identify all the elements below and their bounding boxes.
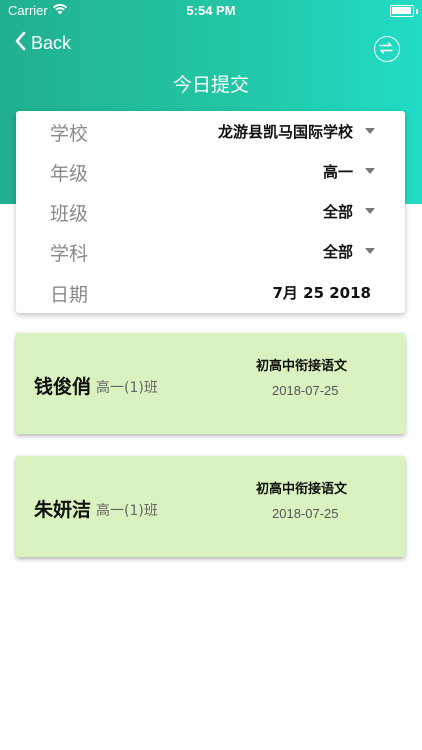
back-label: Back [31,33,72,53]
switch-icon[interactable] [374,36,400,62]
student-class: 高一(1)班 [96,503,158,519]
back-button[interactable]: Back [14,31,72,54]
filter-card: 学校 龙游县凯马国际学校 年级 高一 班级 全部 学科 全部 日期 7月 25 … [16,111,405,313]
filter-subject[interactable]: 学科 全部 [16,232,405,272]
record-date: 2018-07-25 [272,383,339,398]
filter-label: 学科 [50,243,89,265]
filter-date[interactable]: 日期 7月 25 2018 [16,273,405,313]
caret-down-icon [365,208,375,214]
filter-value: 全部 [322,243,353,261]
filter-value: 高一 [322,163,353,181]
battery-tip [416,9,418,14]
filter-label: 班级 [50,203,89,225]
filter-label: 日期 [50,284,89,306]
date-value: 7月 25 2018 [272,284,371,302]
filter-value: 龙游县凯马国际学校 [217,123,353,141]
caret-down-icon [365,128,375,134]
filter-label: 年级 [50,163,89,185]
record-subject: 初高中衔接语文 [256,359,348,374]
student-class: 高一(1)班 [96,380,158,396]
filter-label: 学校 [50,123,89,145]
student-name: 朱妍洁 [34,499,92,521]
record-card[interactable]: 钱俊俏 高一(1)班 初高中衔接语文 2018-07-25 [16,333,405,434]
record-card[interactable]: 朱妍洁 高一(1)班 初高中衔接语文 2018-07-25 [16,456,405,557]
clock: 5:54 PM [186,3,236,18]
filter-grade[interactable]: 年级 高一 [16,152,405,192]
caret-down-icon [365,248,375,254]
battery-icon [390,5,414,17]
filter-value: 全部 [322,203,353,221]
record-subject: 初高中衔接语文 [256,482,348,497]
student-name: 钱俊俏 [34,376,92,398]
filter-class[interactable]: 班级 全部 [16,192,405,232]
caret-down-icon [365,168,375,174]
page-title: 今日提交 [172,74,249,96]
record-date: 2018-07-25 [272,506,339,521]
status-bar: Carrier 5:54 PM [0,0,422,22]
chevron-left-icon [14,31,26,54]
filter-school[interactable]: 学校 龙游县凯马国际学校 [16,112,405,152]
